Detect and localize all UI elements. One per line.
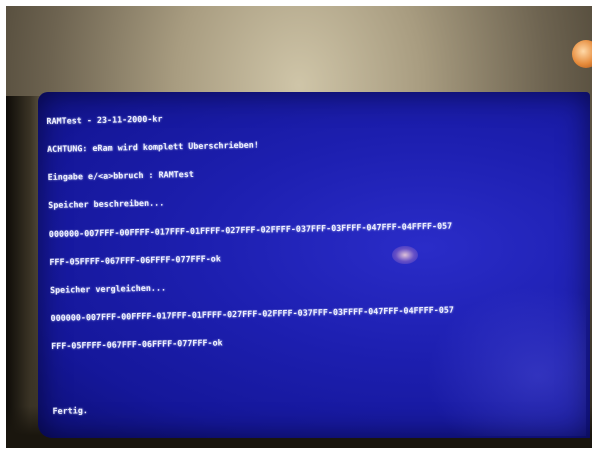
terminal-line: RAMTest - 23-11-2000-kr — [46, 113, 163, 126]
terminal-line: 000000-007FFF-00FFFF-017FFF-01FFFF-027FF… — [48, 220, 453, 239]
terminal-line: Speicher vergleichen... — [49, 282, 167, 295]
terminal-line: FFF-05FFFF-067FFF-06FFFF-077FFF-ok — [49, 253, 221, 267]
terminal-output: RAMTest - 23-11-2000-kr ACHTUNG: eRam wi… — [46, 87, 591, 426]
terminal-line: ACHTUNG: eRam wird komplett Überschriebe… — [46, 139, 259, 155]
terminal-line: Speicher beschreiben... — [48, 197, 165, 211]
monitor-badge-logo — [572, 40, 592, 68]
terminal-final-line: Fertig. — [52, 405, 88, 417]
terminal-line: Eingabe e/<a>bbruch : RAMTest — [47, 169, 194, 183]
terminal-line: FFF-05FFFF-067FFF-06FFFF-077FFF-ok — [51, 337, 223, 352]
terminal-line: 000000-007FFF-00FFFF-017FFF-01FFFF-027FF… — [50, 304, 455, 324]
